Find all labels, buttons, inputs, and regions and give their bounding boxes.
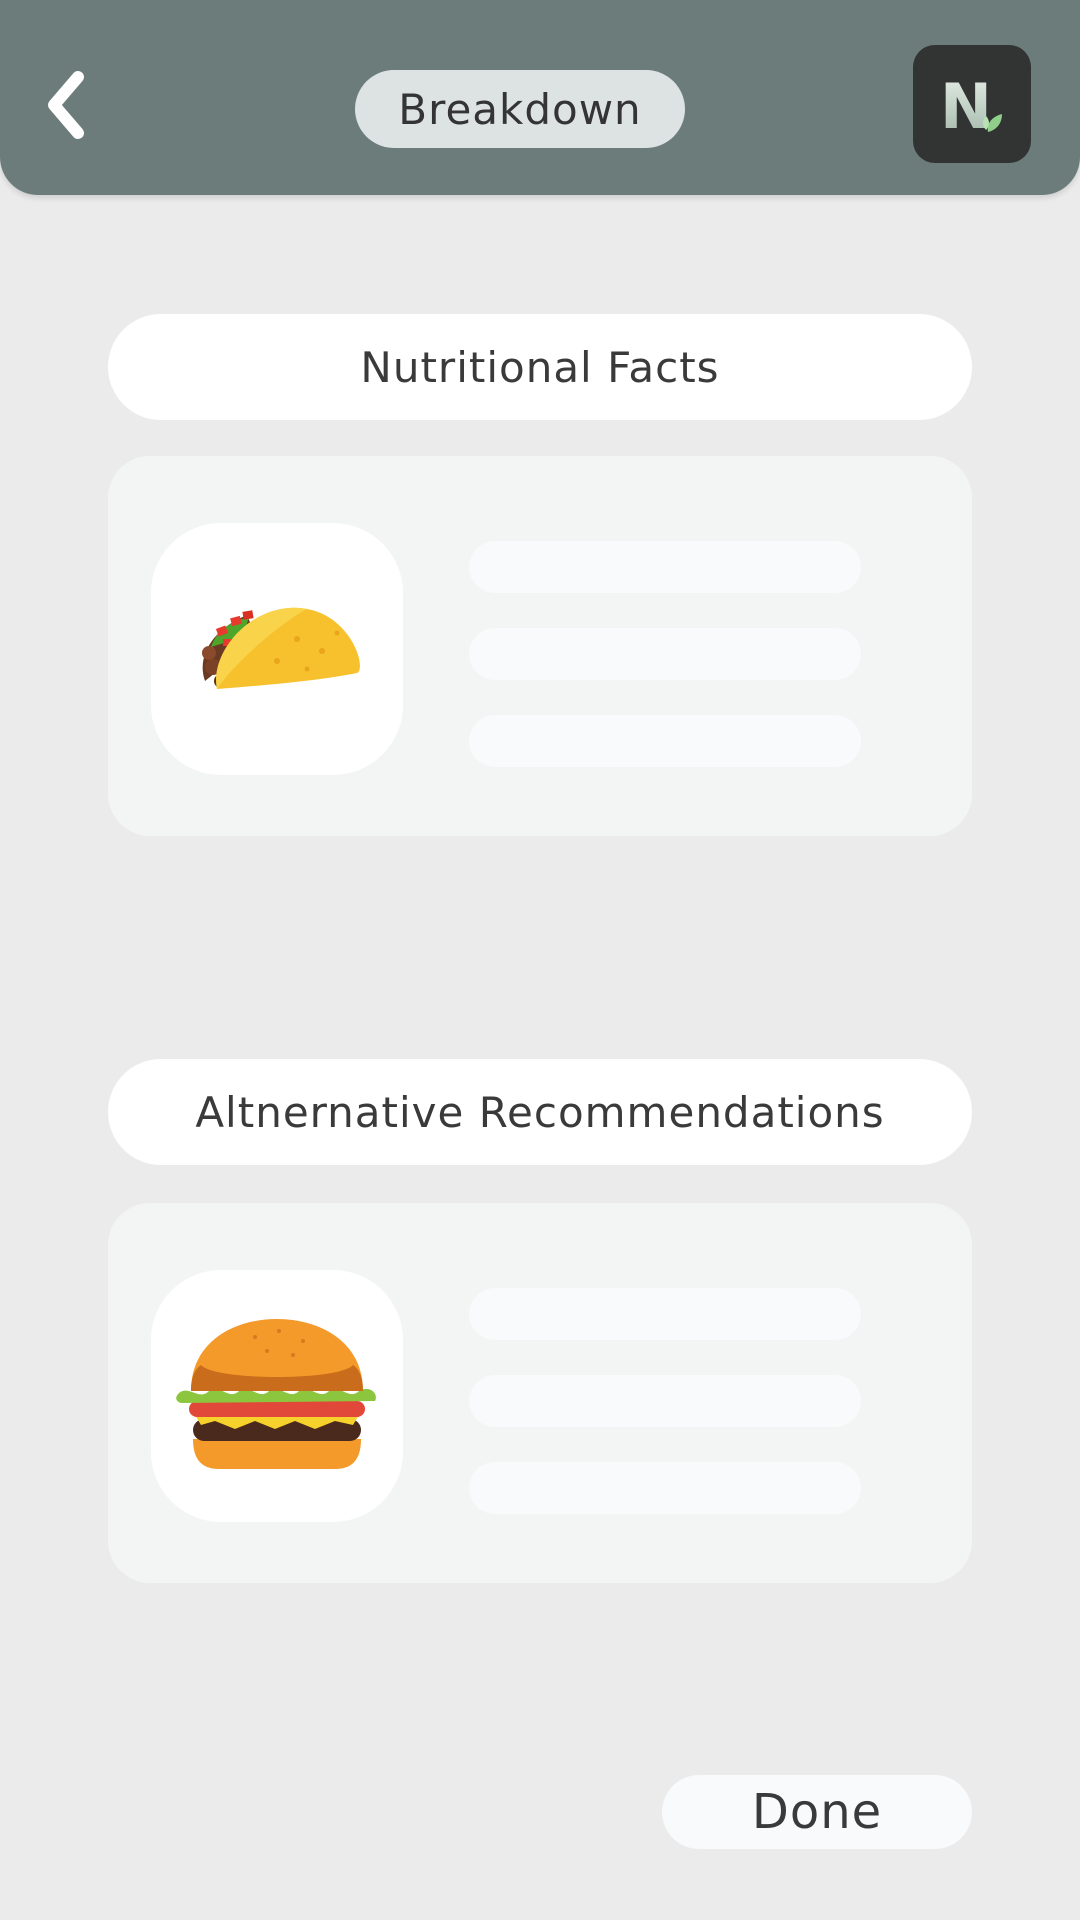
recommendation-placeholder-line <box>469 1375 861 1427</box>
nutrition-placeholder-line <box>469 715 861 767</box>
page-title: Breakdown <box>355 70 685 148</box>
logo-icon: N <box>940 70 1002 140</box>
taco-icon <box>202 607 360 689</box>
recommendation-placeholder-line <box>469 1462 861 1514</box>
recommendation-card[interactable] <box>108 1203 972 1583</box>
hamburger-icon <box>176 1319 376 1469</box>
nutrition-card <box>108 456 972 836</box>
nutrition-placeholder-line <box>469 541 861 593</box>
done-button[interactable]: Done <box>662 1775 972 1849</box>
app-logo-button[interactable]: N <box>913 45 1031 163</box>
logo-letter: N <box>940 70 992 140</box>
food-thumbnail <box>151 523 403 775</box>
recommendation-placeholder-line <box>469 1288 861 1340</box>
alternative-recommendations-header: Altnernative Recommendations <box>108 1059 972 1165</box>
nutrition-placeholder-line <box>469 628 861 680</box>
chevron-left-icon <box>48 71 84 139</box>
app-header: Breakdown N <box>0 0 1080 195</box>
back-button[interactable] <box>30 55 110 155</box>
nutritional-facts-header: Nutritional Facts <box>108 314 972 420</box>
food-thumbnail <box>151 1270 403 1522</box>
